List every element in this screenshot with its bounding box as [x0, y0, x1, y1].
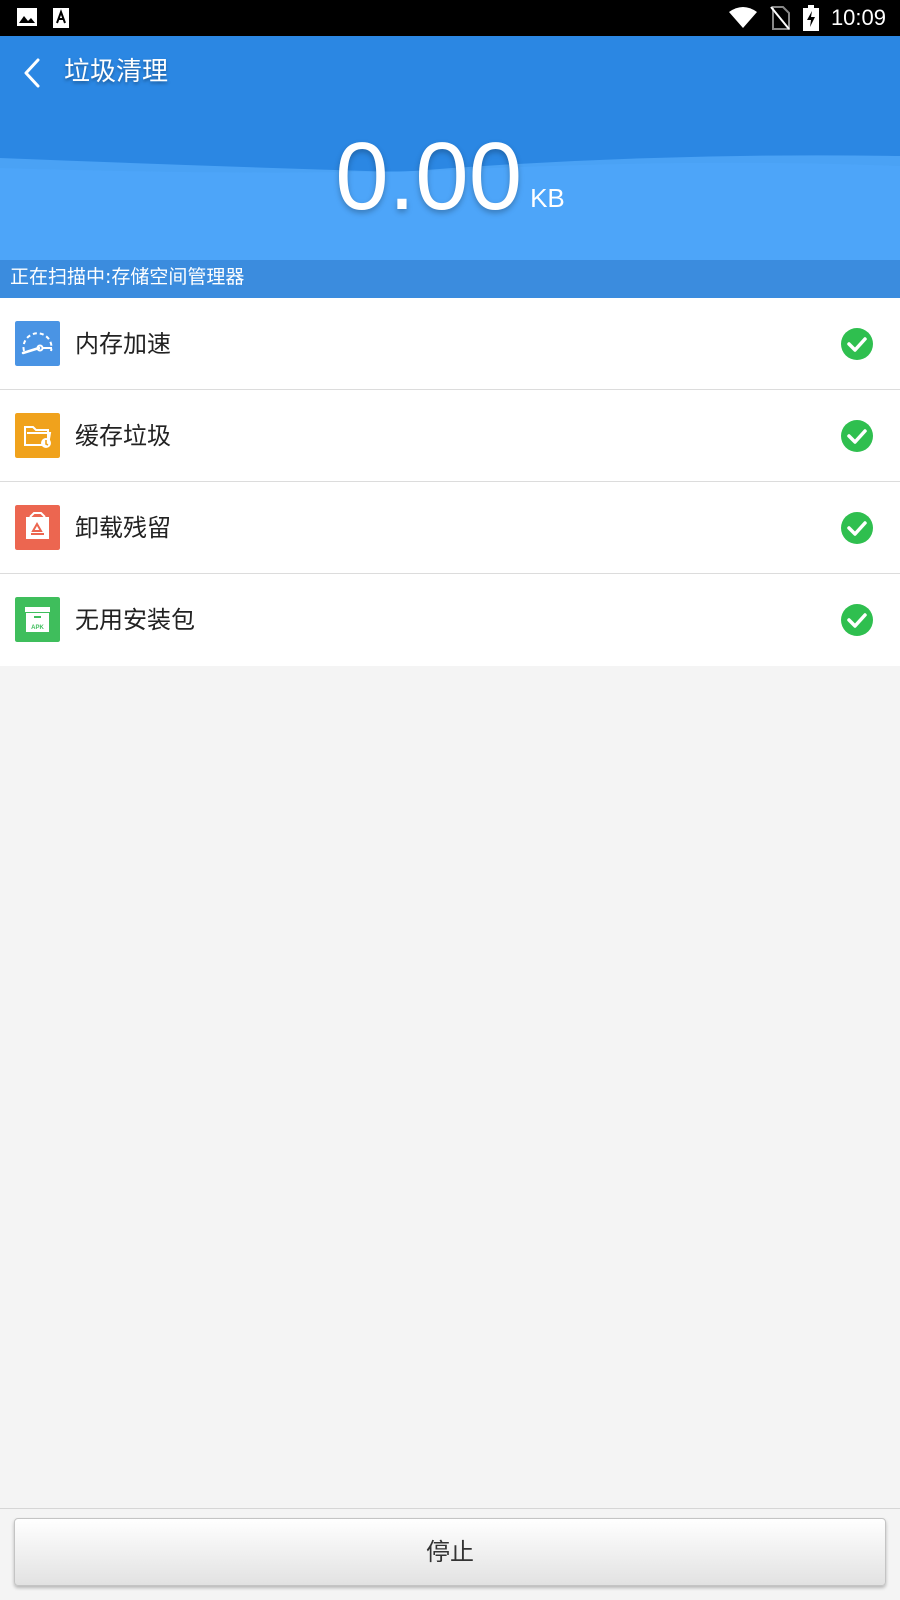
list-item-label: 卸载残留: [75, 514, 171, 542]
image-icon: [17, 8, 37, 26]
scan-status: 正在扫描中:存储空间管理器: [0, 260, 900, 298]
status-left-icons: [16, 7, 70, 29]
list-item-label: 内存加速: [75, 330, 171, 358]
recycle-box-icon: [15, 505, 60, 550]
list-item-uninstall-residue[interactable]: 卸载残留: [0, 482, 900, 574]
battery-charging-icon: [802, 5, 819, 31]
cache-folder-icon: [15, 413, 60, 458]
clean-category-list: 内存加速 缓存垃圾 卸载残留 APK 无用安装包: [0, 298, 900, 666]
list-item-cache-junk[interactable]: 缓存垃圾: [0, 390, 900, 482]
list-item-label: 无用安装包: [75, 606, 195, 634]
list-item-memory-boost[interactable]: 内存加速: [0, 298, 900, 390]
list-item-unused-apk[interactable]: APK 无用安装包: [0, 574, 900, 666]
junk-size-unit: KB: [530, 183, 565, 213]
font-icon: [53, 8, 69, 28]
footer-divider: [0, 1508, 900, 1509]
wifi-icon: [728, 7, 757, 28]
junk-size-value: 0.00: [335, 123, 523, 230]
apk-text: APK: [31, 625, 44, 631]
check-icon: [841, 604, 873, 636]
page-title: 垃圾清理: [64, 57, 169, 87]
status-right-icons: 10:09: [728, 4, 886, 32]
stop-button[interactable]: 停止: [14, 1518, 886, 1586]
junk-size-display: 0.00 KB: [0, 122, 900, 232]
status-time: 10:09: [830, 5, 886, 30]
status-bar: 10:09: [0, 0, 900, 36]
apk-box-icon: APK: [15, 597, 60, 642]
header: 垃圾清理 0.00 KB 正在扫描中:存储空间管理器: [0, 36, 900, 298]
back-icon[interactable]: [18, 56, 48, 90]
check-icon: [841, 512, 873, 544]
no-sim-icon: [770, 6, 790, 30]
check-icon: [841, 420, 873, 452]
list-item-label: 缓存垃圾: [75, 422, 171, 450]
speedometer-icon: [15, 321, 60, 366]
check-icon: [841, 328, 873, 360]
